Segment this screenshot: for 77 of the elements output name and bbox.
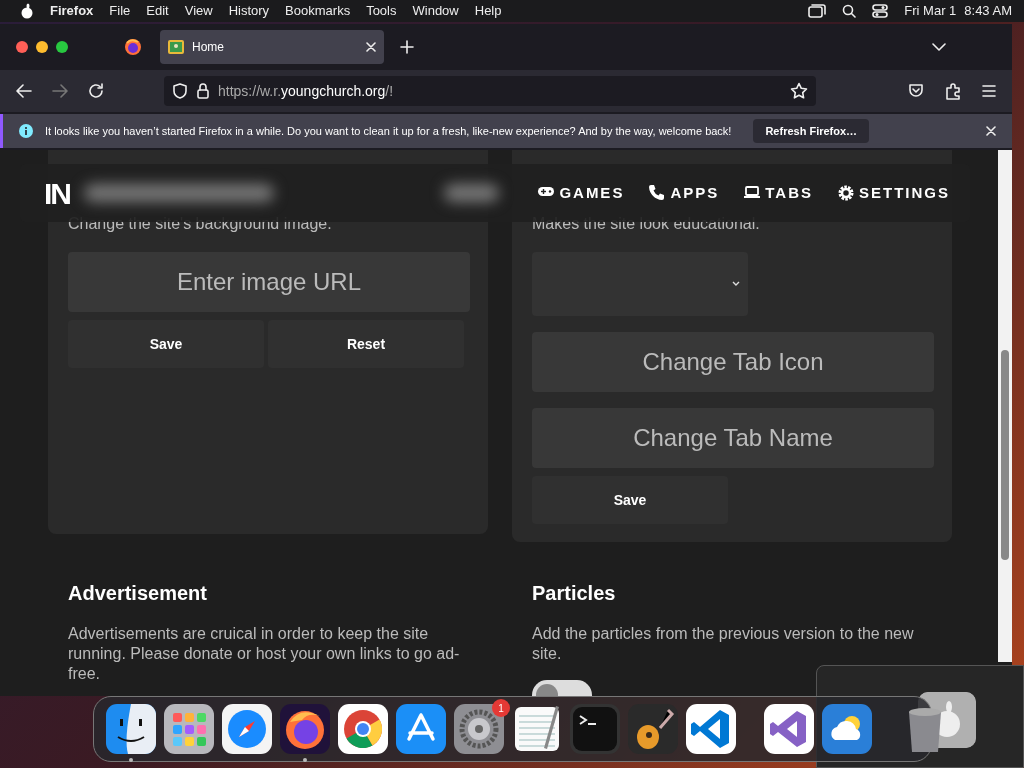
firefox-icon[interactable] bbox=[124, 38, 142, 56]
forward-icon[interactable] bbox=[52, 84, 68, 98]
nav-link[interactable]: GAMES bbox=[537, 181, 625, 205]
menu-item[interactable]: File bbox=[109, 1, 131, 21]
section-title: Advertisement bbox=[68, 581, 208, 606]
minimize-button[interactable] bbox=[36, 41, 48, 53]
menu-item[interactable]: View bbox=[184, 1, 213, 21]
reload-icon[interactable] bbox=[88, 83, 104, 99]
section-text: Advertisements are cruical in order to keep the site running. Please donate or host your own links to go ad-free. bbox=[68, 624, 460, 684]
menu-item[interactable]: Edit bbox=[146, 1, 169, 21]
scrollbar[interactable] bbox=[998, 150, 1012, 662]
save-button[interactable]: Save bbox=[532, 476, 728, 524]
wheel-icon[interactable] bbox=[338, 704, 388, 754]
a-shape-icon[interactable] bbox=[396, 704, 446, 754]
code-ribbon-icon[interactable] bbox=[686, 704, 736, 754]
browser-tab[interactable]: Home bbox=[160, 30, 384, 64]
search-icon[interactable] bbox=[842, 4, 857, 18]
lock-icon[interactable] bbox=[196, 83, 210, 99]
phone-icon bbox=[648, 184, 667, 202]
menu-item[interactable]: History bbox=[228, 1, 270, 21]
star-icon[interactable] bbox=[790, 82, 808, 100]
save-button[interactable]: Save bbox=[68, 320, 264, 368]
refresh-button[interactable]: Refresh Firefox… bbox=[753, 118, 870, 144]
menu-item[interactable]: Bookmarks bbox=[285, 1, 351, 21]
close-icon[interactable] bbox=[986, 126, 996, 136]
nav-link[interactable]: APPS bbox=[648, 181, 720, 205]
dropdown-field[interactable] bbox=[532, 252, 748, 316]
ribbon-icon[interactable] bbox=[764, 704, 814, 754]
tab-title: Home bbox=[192, 39, 225, 56]
nav-link[interactable]: TABS bbox=[743, 181, 813, 205]
menu-item[interactable]: Tools bbox=[366, 1, 397, 21]
nav-link[interactable]: SETTINGS bbox=[837, 181, 950, 205]
notepad-icon[interactable] bbox=[512, 704, 562, 754]
puzzle-icon[interactable] bbox=[944, 82, 962, 100]
fox-globe-icon[interactable] bbox=[280, 704, 330, 754]
menu-icon[interactable] bbox=[982, 85, 996, 97]
pocket-icon[interactable] bbox=[908, 83, 924, 99]
notification-text: It looks like you haven’t started Firefox in a while. Do you want to clean it up for a fresh, like-new experience? And by the way, welcome back! bbox=[45, 123, 732, 139]
control-center-icon[interactable] bbox=[872, 4, 889, 18]
apple-icon[interactable] bbox=[20, 3, 34, 19]
plus-icon[interactable] bbox=[400, 40, 414, 54]
close-icon[interactable] bbox=[366, 42, 376, 52]
text-field[interactable]: Change Tab Icon bbox=[532, 332, 934, 392]
site-logo[interactable]: IN bbox=[44, 170, 70, 216]
app-menu[interactable]: Firefox bbox=[50, 1, 94, 21]
text-field[interactable]: Change Tab Name bbox=[532, 408, 934, 468]
scrollbar-thumb[interactable] bbox=[1001, 350, 1009, 560]
compass-icon[interactable] bbox=[222, 704, 272, 754]
face-icon[interactable] bbox=[106, 704, 156, 754]
date-text: Fri Mar 1 bbox=[904, 2, 957, 21]
grid-icon[interactable] bbox=[164, 704, 214, 754]
address-bar[interactable]: https://w.r.youngchurch.org/! bbox=[164, 76, 816, 106]
info-icon bbox=[19, 124, 33, 138]
shield-icon[interactable] bbox=[172, 83, 188, 99]
chevron-icon[interactable] bbox=[932, 42, 946, 52]
section-title: Particles bbox=[532, 581, 617, 606]
notification-badge: 1 bbox=[492, 699, 510, 717]
blurred-text bbox=[444, 184, 500, 202]
chevron-icon bbox=[732, 281, 740, 287]
time-text: 8:43 AM bbox=[964, 2, 1012, 21]
text-field[interactable]: Enter image URL bbox=[68, 252, 470, 312]
description-text: Change the site's background image. bbox=[68, 214, 333, 234]
description-text: Makes the site look educational. bbox=[532, 214, 761, 234]
gear-icon bbox=[837, 184, 855, 202]
section-text: Add the particles from the previous version to the new site. bbox=[532, 624, 915, 664]
window-icon[interactable] bbox=[808, 4, 827, 18]
close-button[interactable] bbox=[16, 41, 28, 53]
zoom-button[interactable] bbox=[56, 41, 68, 53]
menu-item[interactable]: Window bbox=[412, 1, 459, 21]
menu-item[interactable]: Help bbox=[474, 1, 502, 21]
guitar-icon[interactable] bbox=[628, 704, 678, 754]
save-button[interactable]: Reset bbox=[268, 320, 464, 368]
url-text: https://w.r.youngchurch.org/! bbox=[218, 81, 395, 101]
cloud-icon[interactable] bbox=[822, 704, 872, 754]
gear-icon[interactable] bbox=[454, 704, 504, 754]
back-icon[interactable] bbox=[16, 84, 32, 98]
picture-icon bbox=[168, 40, 184, 54]
